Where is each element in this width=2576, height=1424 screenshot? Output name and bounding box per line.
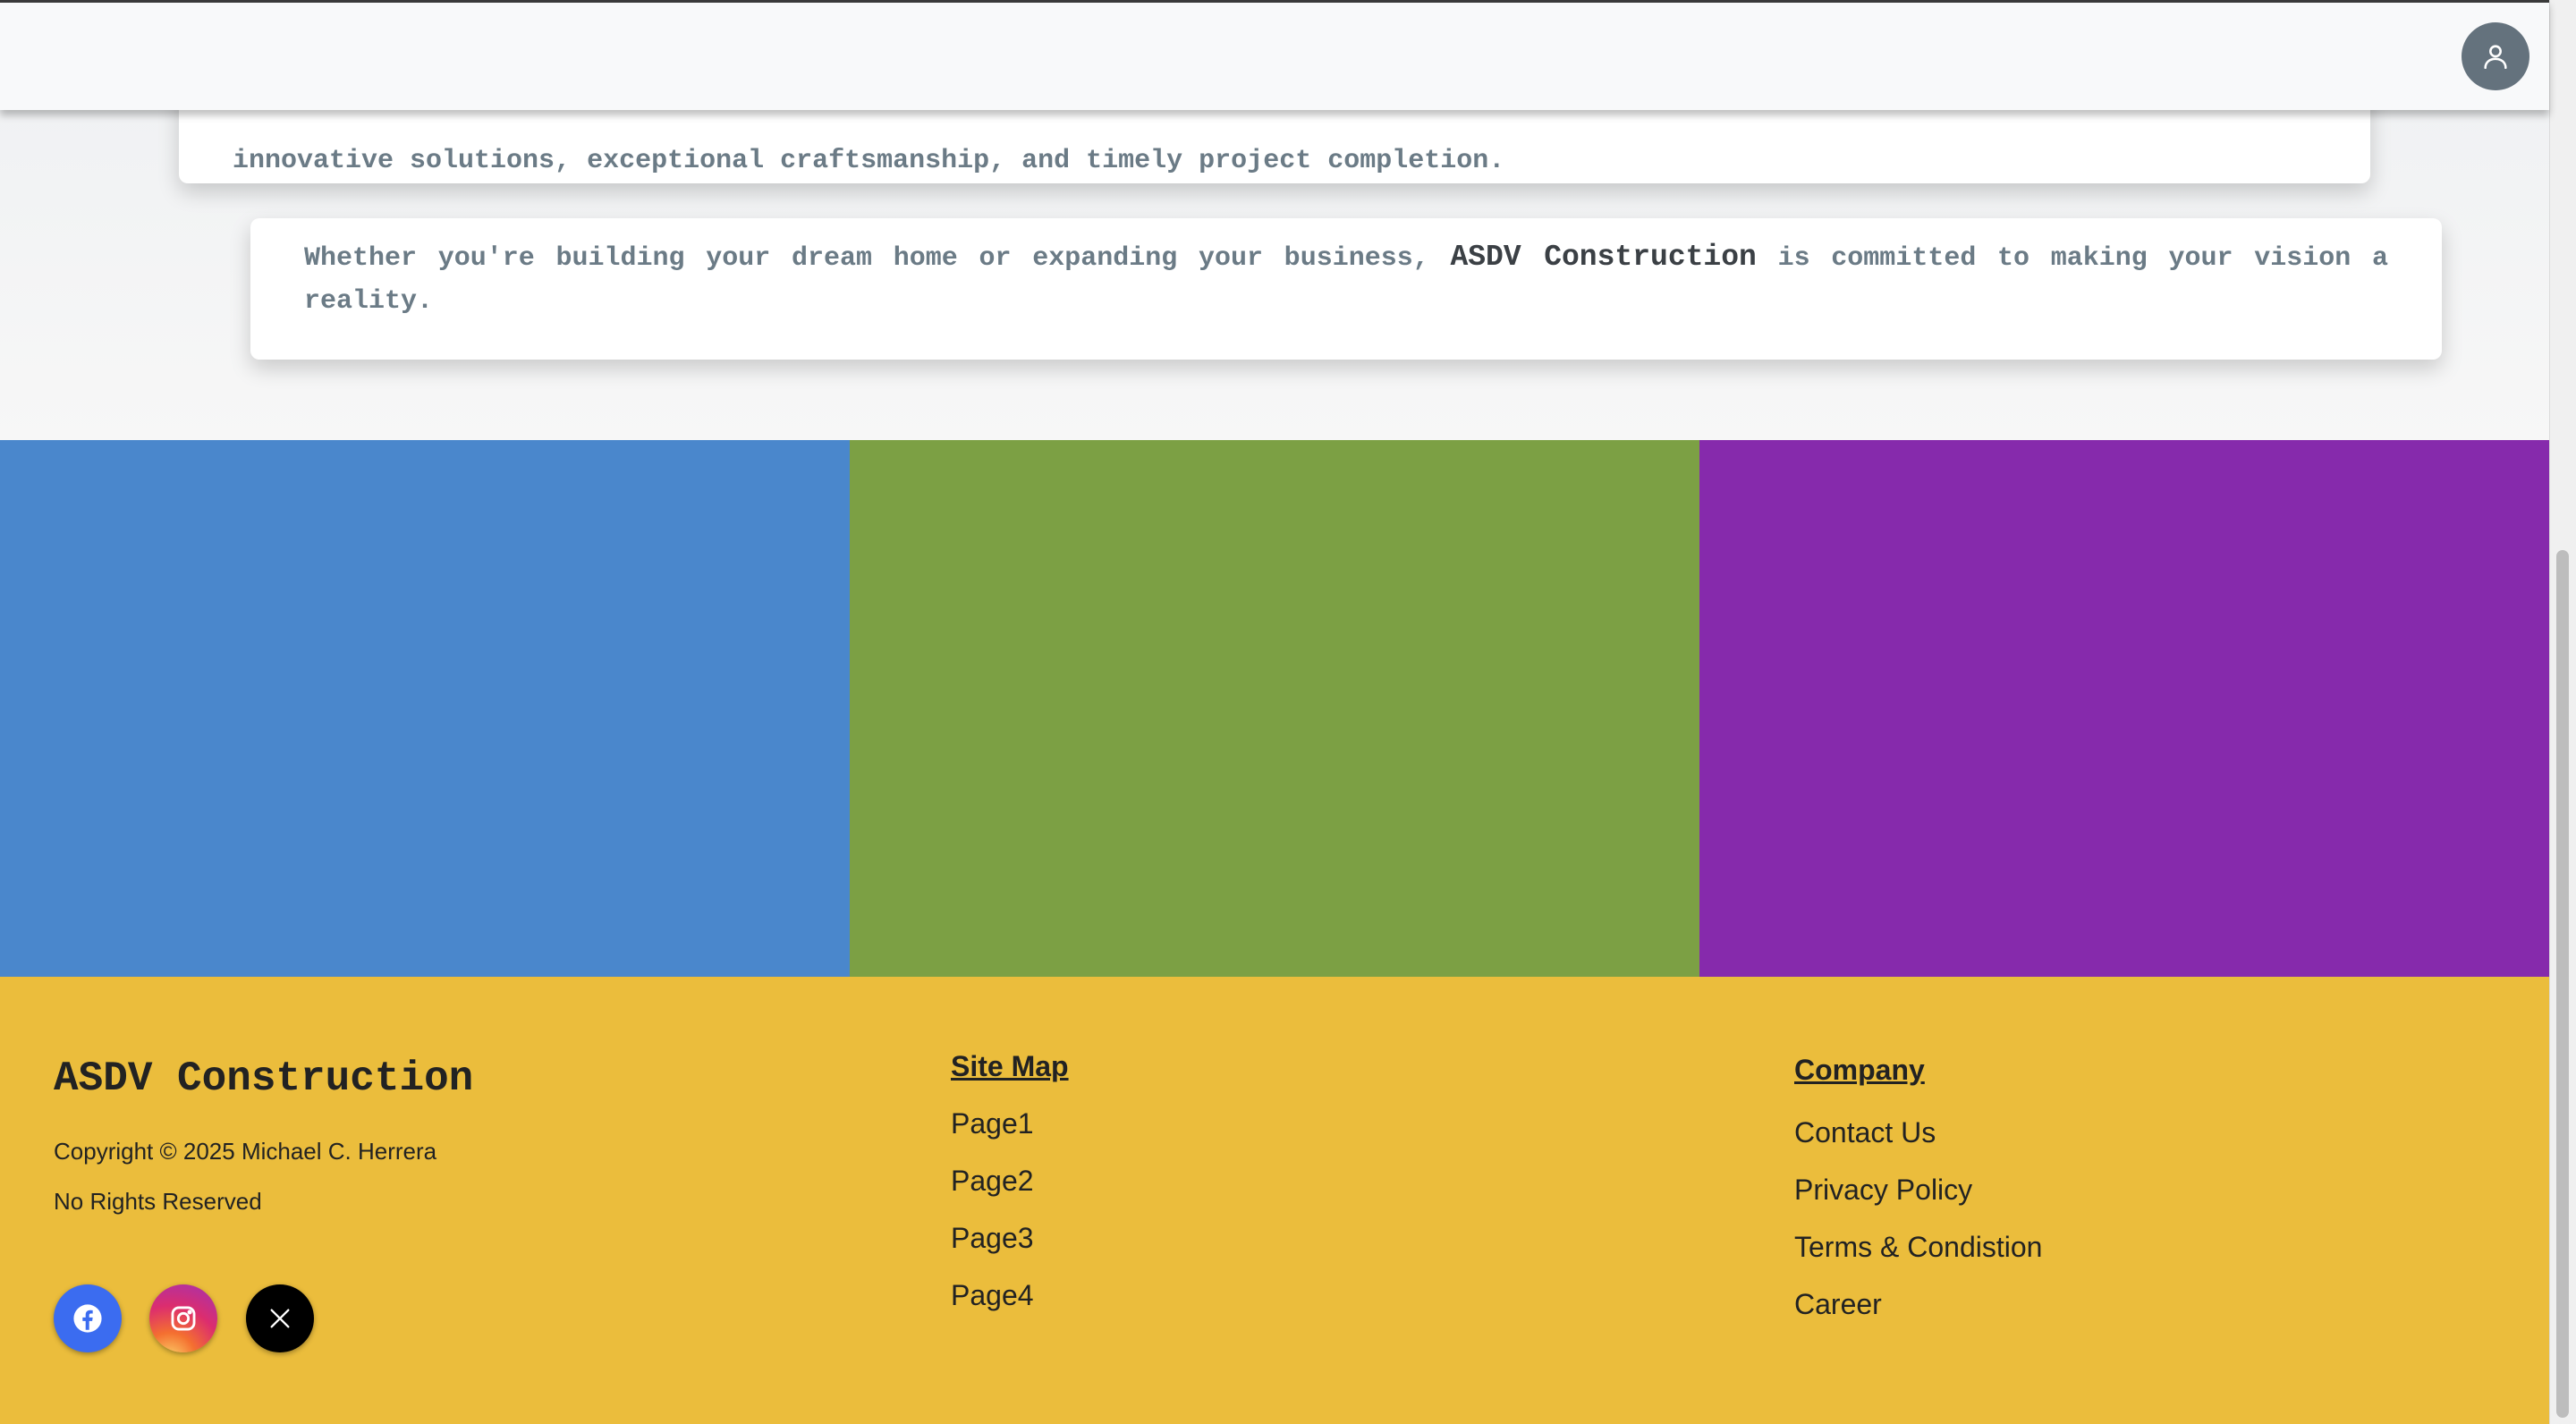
- footer-brand: ASDV Construction: [54, 1055, 474, 1102]
- sitemap-link-page2[interactable]: Page2: [951, 1165, 1034, 1198]
- sitemap-link-page3[interactable]: Page3: [951, 1222, 1034, 1255]
- top-navbar: [0, 0, 2549, 110]
- company-link-privacy[interactable]: Privacy Policy: [1794, 1174, 1972, 1207]
- company-link-contact[interactable]: Contact Us: [1794, 1116, 1936, 1149]
- vision-card-text: Whether you're building your dream home …: [304, 236, 2388, 323]
- user-icon: [2484, 45, 2507, 70]
- facebook-icon: [73, 1304, 102, 1333]
- rights-text: No Rights Reserved: [54, 1188, 262, 1215]
- scrollbar-thumb[interactable]: [2556, 550, 2569, 1418]
- x-button[interactable]: [246, 1284, 314, 1352]
- x-icon: [270, 1309, 290, 1328]
- vision-text-start: Whether you're building your dream home …: [304, 243, 1451, 274]
- copyright-text: Copyright © 2025 Michael C. Herrera: [54, 1138, 437, 1165]
- user-avatar-button[interactable]: [2462, 22, 2529, 90]
- color-panel-green: [850, 440, 1699, 977]
- instagram-button[interactable]: [149, 1284, 217, 1352]
- sitemap-link-page4[interactable]: Page4: [951, 1279, 1034, 1312]
- info-card-text: innovative solutions, exceptional crafts…: [233, 146, 1505, 176]
- site-footer: ASDV Construction Copyright © 2025 Micha…: [0, 977, 2549, 1424]
- instagram-icon: [171, 1306, 196, 1331]
- company-link-career[interactable]: Career: [1794, 1288, 1882, 1321]
- company-heading: Company: [1794, 1054, 1925, 1086]
- color-panel-purple: [1699, 440, 2549, 977]
- sitemap-heading: Site Map: [951, 1050, 1069, 1082]
- company-name-highlight: ASDV Construction: [1450, 241, 1757, 274]
- color-panel-blue: [0, 440, 850, 977]
- company-link-terms[interactable]: Terms & Condistion: [1794, 1231, 2042, 1264]
- facebook-button[interactable]: [54, 1284, 122, 1352]
- sitemap-link-page1[interactable]: Page1: [951, 1107, 1034, 1140]
- vision-card: Whether you're building your dream home …: [250, 218, 2442, 360]
